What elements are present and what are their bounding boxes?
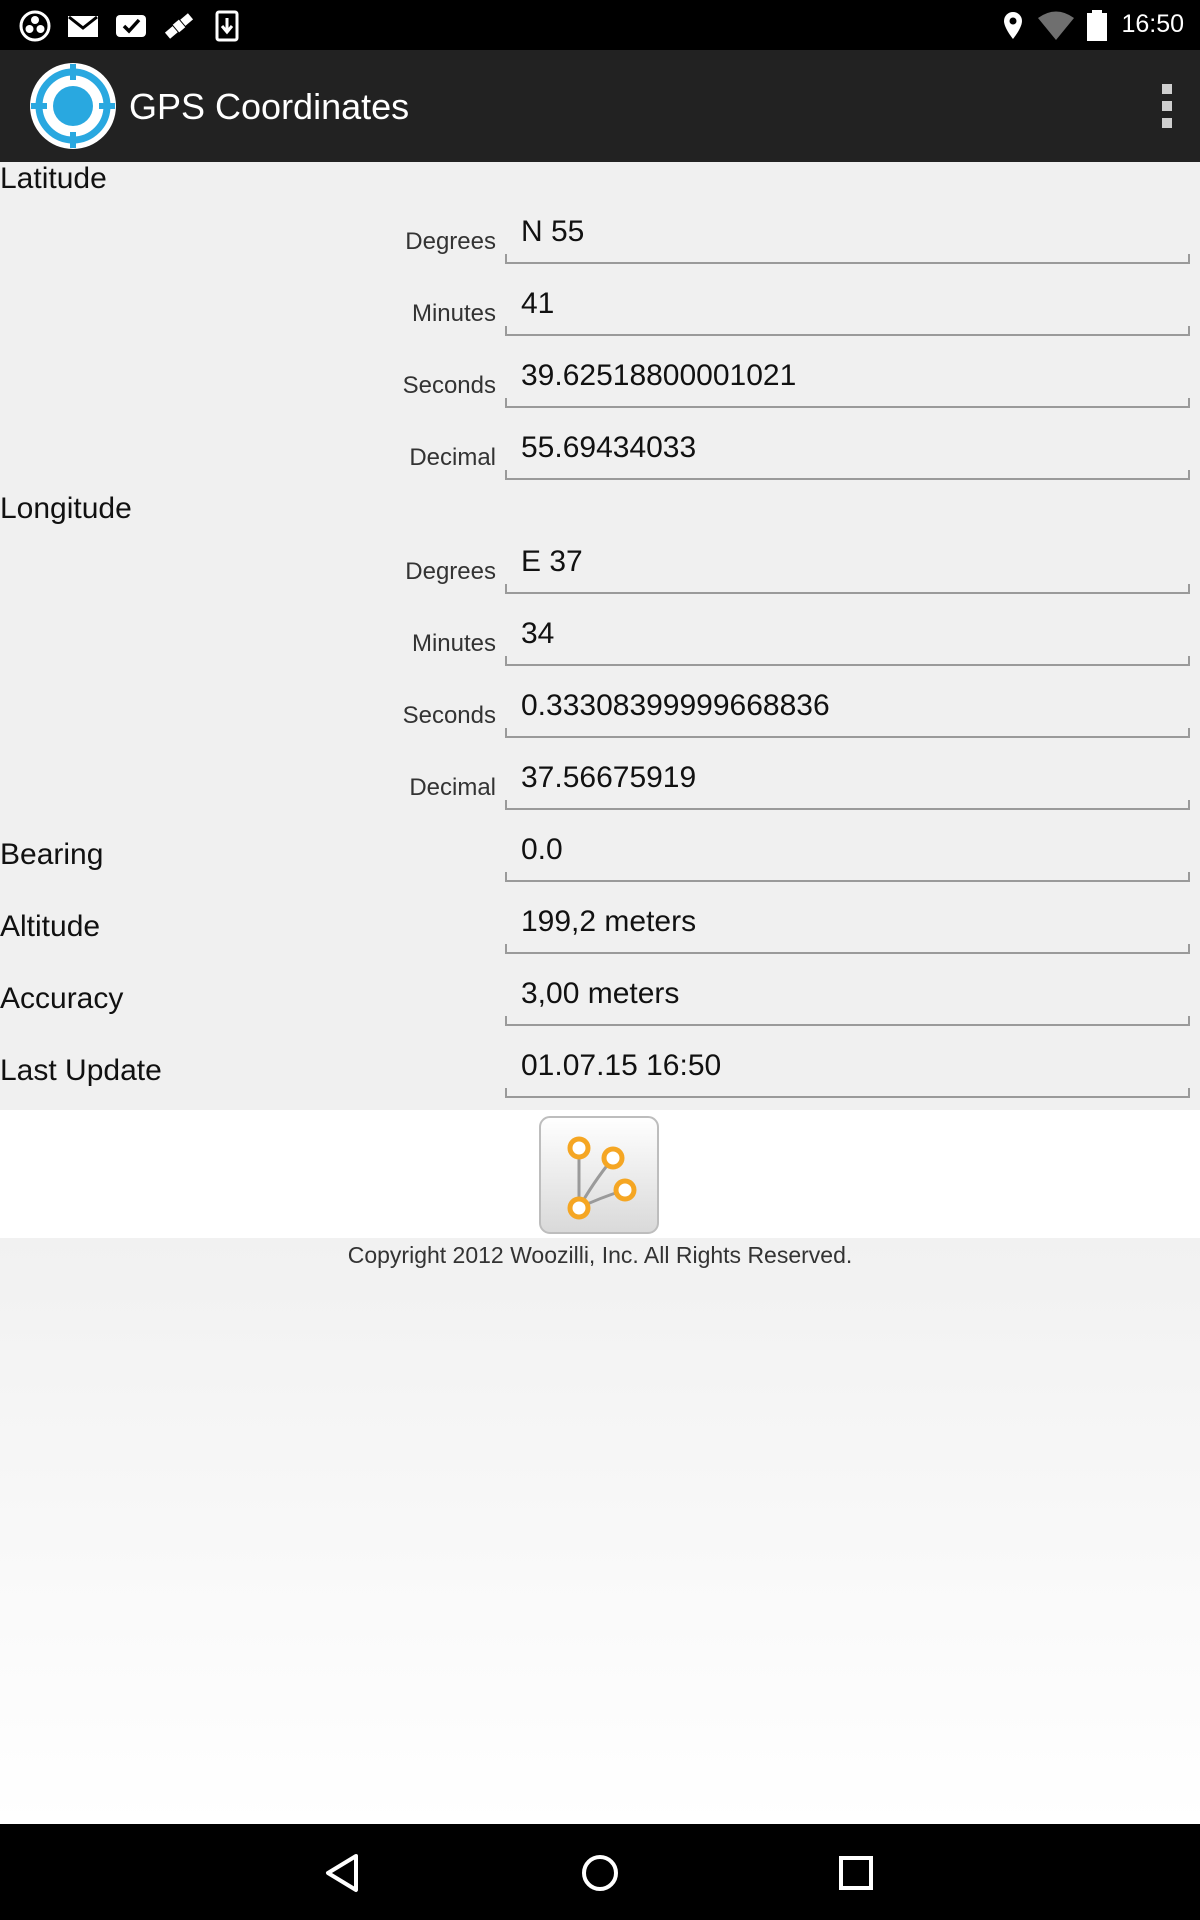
location-pin-icon [1004,12,1022,39]
longitude-degrees-input[interactable] [521,542,1171,582]
bearing-label: Bearing [0,838,104,871]
back-icon[interactable] [318,1848,368,1898]
bearing-input[interactable] [521,830,1171,870]
longitude-degrees-field[interactable] [505,536,1190,594]
navigation-bar [0,1824,1200,1920]
latitude-decimal-field[interactable] [505,422,1190,480]
app-title: GPS Coordinates [129,86,410,127]
satellite-icon [164,13,194,39]
altitude-input[interactable] [521,902,1171,942]
latitude-seconds-input[interactable] [521,356,1171,396]
altitude-label: Altitude [0,910,101,943]
longitude-degrees-label: Degrees [405,558,496,585]
latitude-minutes-input[interactable] [521,284,1171,324]
status-bar: 16:50 [0,0,1200,50]
longitude-minutes-field[interactable] [505,608,1190,666]
overflow-menu-icon[interactable] [1160,84,1174,128]
last-update-label: Last Update [0,1054,162,1087]
accuracy-field[interactable] [505,968,1190,1026]
copyright-text: Copyright 2012 Woozilli, Inc. All Rights… [347,1242,853,1268]
latitude-seconds-label: Seconds [402,372,496,399]
home-icon[interactable] [575,1848,625,1898]
longitude-heading: Longitude [0,492,132,525]
latitude-degrees-field[interactable] [505,206,1190,264]
footer: Copyright 2012 Woozilli, Inc. All Rights… [0,1238,1200,1824]
longitude-minutes-label: Minutes [411,630,496,657]
brand-strip [0,1110,1200,1238]
latitude-seconds-field[interactable] [505,350,1190,408]
latitude-heading: Latitude [0,162,107,195]
status-time: 16:50 [1121,10,1184,38]
checkmark-badge-icon [116,15,146,37]
longitude-decimal-label: Decimal [409,774,496,801]
latitude-minutes-field[interactable] [505,278,1190,336]
recents-icon[interactable] [831,1848,881,1898]
longitude-seconds-label: Seconds [402,702,496,729]
longitude-decimal-input[interactable] [521,758,1171,798]
woozilli-logo-icon[interactable] [537,1114,661,1236]
longitude-minutes-input[interactable] [521,614,1171,654]
latitude-decimal-input[interactable] [521,428,1171,468]
last-update-field[interactable] [505,1040,1190,1098]
longitude-seconds-input[interactable] [521,686,1171,726]
latitude-minutes-label: Minutes [411,300,496,327]
latitude-decimal-label: Decimal [409,444,496,471]
gmail-icon [68,15,98,37]
altitude-field[interactable] [505,896,1190,954]
latitude-degrees-label: Degrees [405,228,496,255]
last-update-input[interactable] [521,1046,1171,1086]
wifi-icon [1038,11,1074,40]
download-icon [215,10,239,42]
latitude-degrees-input[interactable] [521,212,1171,252]
camera-aperture-icon [19,10,51,42]
target-icon[interactable] [29,62,117,150]
longitude-decimal-field[interactable] [505,752,1190,810]
bearing-field[interactable] [505,824,1190,882]
app-bar: GPS Coordinates [0,50,1200,162]
coordinates-panel: Latitude Degrees Minutes Seconds Decimal… [0,162,1200,1110]
accuracy-label: Accuracy [0,982,124,1015]
battery-icon [1087,10,1107,41]
longitude-seconds-field[interactable] [505,680,1190,738]
accuracy-input[interactable] [521,974,1171,1014]
